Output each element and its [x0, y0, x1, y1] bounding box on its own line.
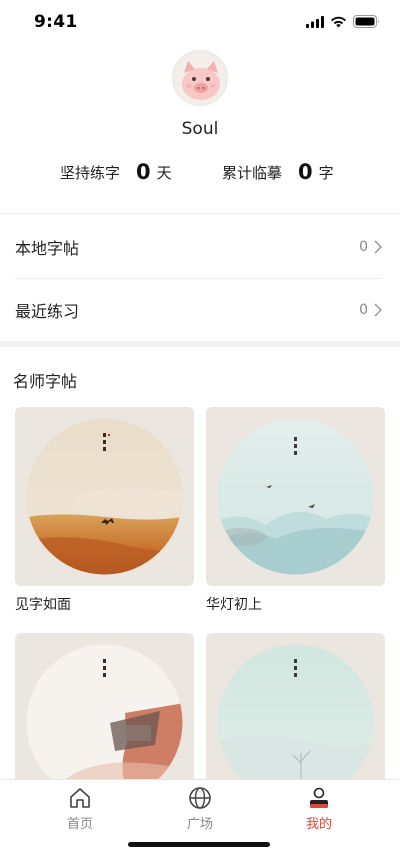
- status-bar: 9:41: [0, 0, 400, 44]
- wifi-icon: [331, 16, 346, 27]
- profile-icon: [310, 787, 328, 808]
- status-icons: [306, 15, 380, 28]
- row-local-copybooks[interactable]: 本地字帖 0: [15, 216, 382, 278]
- card-copybook[interactable]: [15, 407, 194, 586]
- tab-plaza-label: 广场: [186, 817, 213, 832]
- tab-home-label: 首页: [66, 817, 93, 832]
- stat-total-value: 0: [298, 160, 313, 184]
- avatar[interactable]: [172, 50, 228, 106]
- home-indicator: [128, 842, 270, 847]
- tab-mine[interactable]: 我的: [279, 786, 359, 832]
- stats-row: 坚持练字 0 天 累计临摹 0 字: [0, 160, 400, 190]
- status-time: 9:41: [34, 12, 78, 32]
- stat-streak-value: 0: [136, 160, 151, 184]
- stat-total-label: 累计临摹: [222, 163, 283, 182]
- divider: [0, 213, 400, 214]
- stat-streak: 坚持练字 0 天: [60, 160, 172, 184]
- chevron-right-icon: [374, 303, 382, 317]
- row-recent-label: 最近练习: [15, 302, 80, 321]
- section-title: 名师字帖: [13, 372, 78, 391]
- stat-streak-label: 坚持练字: [60, 163, 121, 182]
- card-caption: 见字如面: [15, 597, 71, 613]
- tab-plaza[interactable]: 广场: [160, 786, 240, 832]
- tab-mine-label: 我的: [305, 817, 332, 832]
- row-recent-right: 0: [359, 302, 382, 318]
- card-caption: 华灯初上: [206, 597, 262, 613]
- mint-sky-artwork: [217, 418, 374, 575]
- row-recent-practice[interactable]: 最近练习 0: [15, 279, 382, 341]
- username: Soul: [181, 119, 219, 139]
- row-local-right: 0: [359, 239, 382, 255]
- section-divider: [0, 341, 400, 347]
- card-copybook[interactable]: [206, 407, 385, 586]
- home-icon: [70, 788, 90, 808]
- chevron-right-icon: [374, 240, 382, 254]
- stat-streak-unit: 天: [156, 163, 172, 182]
- row-local-label: 本地字帖: [15, 239, 80, 258]
- stat-total: 累计临摹 0 字: [222, 160, 334, 184]
- pig-avatar-icon: [182, 61, 220, 100]
- tab-home[interactable]: 首页: [40, 786, 120, 832]
- desert-artwork: [26, 418, 183, 575]
- signal-icon: [306, 15, 324, 28]
- tab-bar: 首页 广场 我的: [0, 779, 400, 868]
- row-recent-count: 0: [359, 302, 368, 318]
- globe-icon: [189, 787, 211, 809]
- row-local-count: 0: [359, 239, 368, 255]
- stat-total-unit: 字: [318, 163, 334, 182]
- battery-icon: [353, 15, 379, 28]
